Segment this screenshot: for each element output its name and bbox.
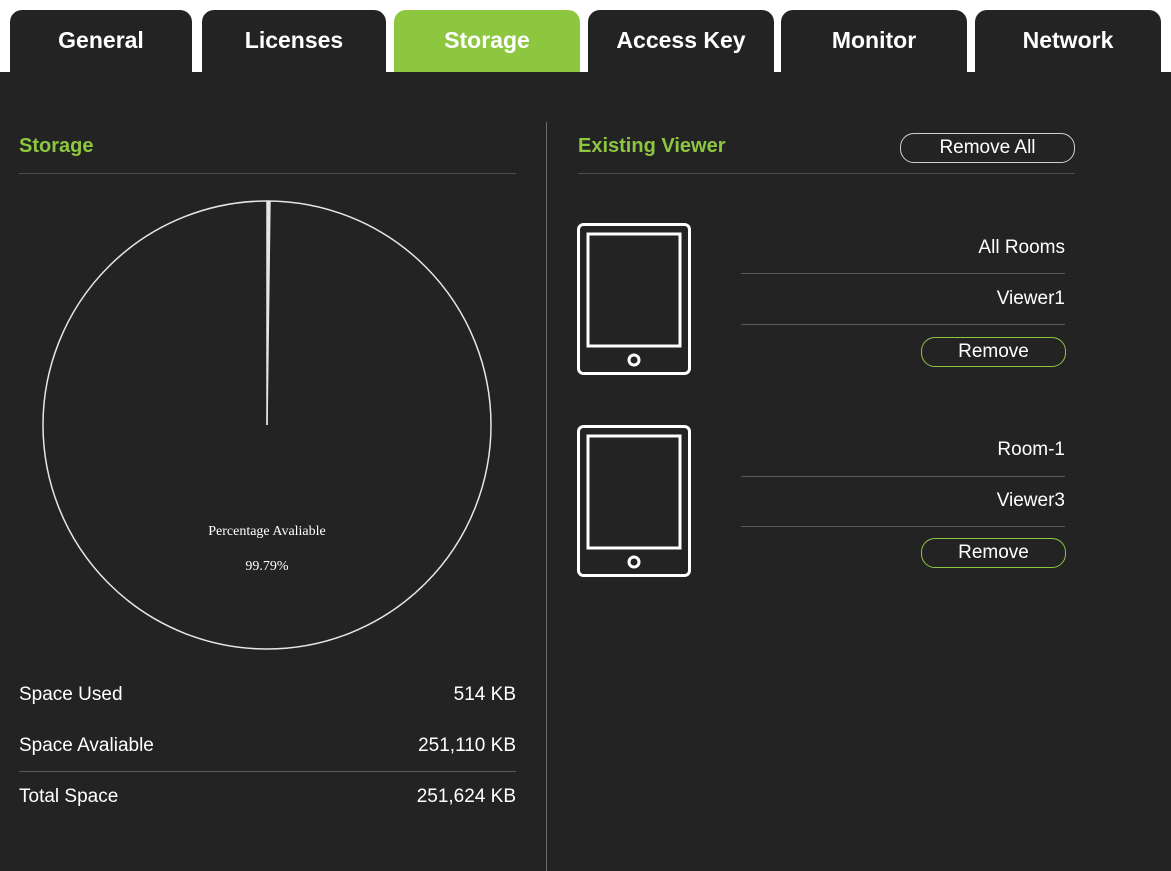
space-used-label: Space Used	[19, 684, 123, 705]
pie-chart-svg	[42, 200, 492, 650]
space-used-value: 514 KB	[453, 684, 516, 705]
pie-center-label: Percentage Avaliable	[208, 524, 326, 539]
tab-storage-label: Storage	[444, 27, 530, 53]
tablet-icon	[577, 223, 691, 380]
remove-all-button[interactable]: Remove All	[900, 133, 1075, 163]
viewer-2-divider-2	[741, 526, 1065, 527]
tab-monitor[interactable]: Monitor	[781, 10, 967, 72]
pie-center-value: 99.79%	[245, 559, 289, 574]
viewer-1-room: All Rooms	[978, 237, 1065, 258]
storage-title-divider	[19, 173, 516, 174]
tab-monitor-label: Monitor	[831, 27, 917, 53]
stats-divider	[19, 771, 516, 772]
viewer-section-title: Existing Viewer	[578, 135, 726, 157]
remove-viewer-1-button[interactable]: Remove	[921, 337, 1066, 367]
space-available-label: Space Avaliable	[19, 735, 154, 756]
remove-viewer-2-label: Remove	[958, 542, 1029, 563]
tab-access-key-label: Access Key	[616, 27, 746, 53]
viewer-2-name: Viewer3	[996, 490, 1065, 511]
tab-storage[interactable]: Storage	[394, 10, 580, 72]
tab-general[interactable]: General	[10, 10, 192, 72]
viewer-1-divider-2	[741, 324, 1065, 325]
viewer-title-divider	[578, 173, 1075, 174]
viewer-2-room: Room-1	[997, 439, 1065, 460]
tab-general-label: General	[58, 27, 144, 53]
remove-viewer-1-label: Remove	[958, 341, 1029, 362]
tab-licenses[interactable]: Licenses	[202, 10, 386, 72]
tab-network-label: Network	[1022, 27, 1114, 53]
tab-licenses-label: Licenses	[244, 27, 344, 53]
viewer-1-divider-1	[741, 273, 1065, 274]
space-available-value: 251,110 KB	[418, 735, 516, 756]
storage-pie-chart: Percentage Avaliable 99.79%	[40, 198, 494, 652]
section-divider	[546, 122, 547, 871]
tablet-icon	[577, 425, 691, 582]
remove-all-label: Remove All	[939, 137, 1036, 158]
tab-access-key[interactable]: Access Key	[588, 10, 774, 72]
tab-bar: General Licenses Storage Access Key Moni…	[0, 0, 1171, 72]
viewer-2-divider-1	[741, 476, 1065, 477]
tab-network[interactable]: Network	[975, 10, 1161, 72]
total-space-value: 251,624 KB	[416, 786, 516, 807]
viewer-1-name: Viewer1	[996, 288, 1065, 309]
total-space-label: Total Space	[19, 786, 119, 807]
pie-slice-used	[267, 201, 270, 425]
remove-viewer-2-button[interactable]: Remove	[921, 538, 1066, 568]
storage-section-title: Storage	[19, 135, 94, 157]
